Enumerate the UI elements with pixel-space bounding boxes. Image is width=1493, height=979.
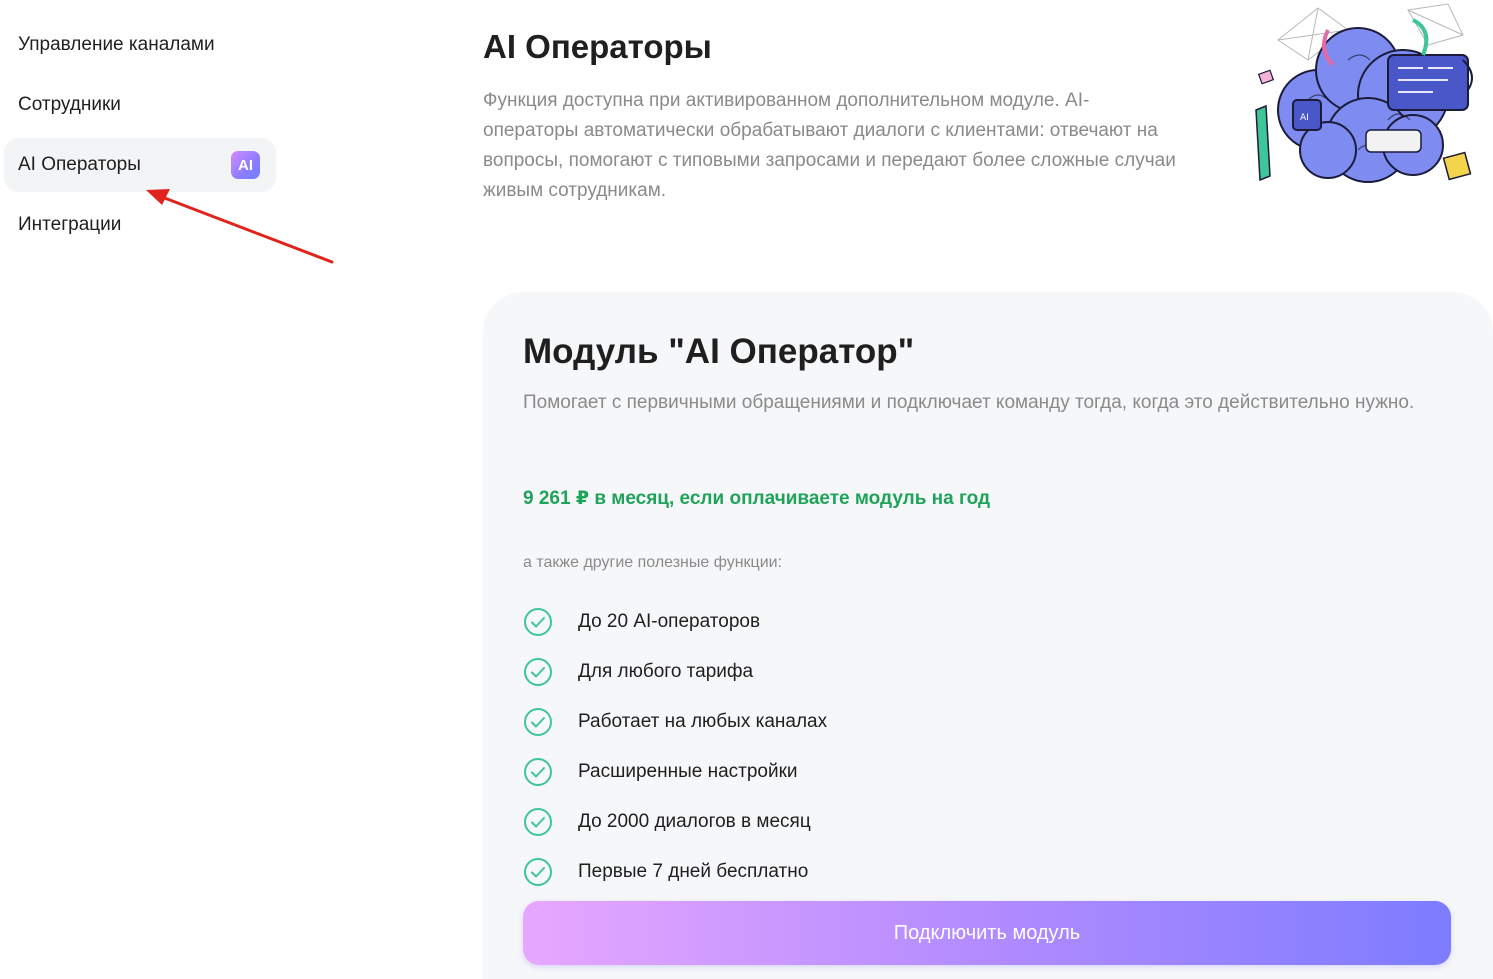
sidebar-item-label: Сотрудники [18, 94, 121, 115]
feature-item: До 2000 диалогов в месяц [523, 797, 827, 847]
annotation-arrow-icon [146, 189, 334, 264]
svg-text:AI: AI [1300, 113, 1309, 123]
sidebar-item-label: Управление каналами [18, 34, 215, 55]
sidebar-item-label: Интеграции [18, 214, 122, 235]
feature-item: Работает на любых каналах [523, 697, 827, 747]
check-circle-icon [524, 608, 552, 636]
sidebar-item-channels[interactable]: Управление каналами [4, 18, 276, 72]
check-circle-icon [524, 708, 552, 736]
page-title: AI Операторы [483, 28, 712, 65]
feature-label: Расширенные настройки [578, 761, 798, 782]
ai-badge-icon: AI [231, 151, 260, 179]
sidebar-item-label: AI Операторы [18, 154, 141, 175]
page-description: Функция доступна при активированном допо… [483, 90, 1176, 201]
feature-item: Для любого тарифа [523, 647, 827, 697]
feature-label: До 20 AI-операторов [578, 611, 761, 632]
features-caption: а также другие полезные функции: [523, 554, 783, 571]
feature-label: Первые 7 дней бесплатно [578, 861, 809, 882]
module-price: 9 261 ₽ в месяц, если оплачиваете модуль… [523, 488, 991, 509]
feature-item: Расширенные настройки [523, 747, 827, 797]
feature-item: Первые 7 дней бесплатно [523, 847, 827, 897]
feature-item: До 20 AI-операторов [523, 597, 827, 647]
module-title: Модуль "AI Оператор" [523, 332, 915, 371]
page: Управление каналами Сотрудники AI Операт… [0, 0, 1493, 979]
sidebar-item-employees[interactable]: Сотрудники [4, 78, 276, 132]
connect-module-button[interactable]: Подключить модуль [523, 901, 1451, 965]
check-circle-icon [524, 658, 552, 686]
ai-brain-illustration-icon: AI [1255, 3, 1473, 183]
module-description: Помогает с первичными обращениями и подк… [523, 392, 1415, 413]
feature-label: Работает на любых каналах [578, 711, 828, 732]
sidebar-item-ai-operators[interactable]: AI Операторы AI [4, 138, 276, 192]
module-card: Модуль "AI Оператор" Помогает с первичны… [483, 292, 1493, 979]
feature-label: Для любого тарифа [578, 661, 754, 682]
check-circle-icon [524, 808, 552, 836]
check-circle-icon [524, 758, 552, 786]
features-list: До 20 AI-операторов Для любого тарифа Ра… [523, 597, 827, 897]
check-circle-icon [524, 858, 552, 886]
feature-label: До 2000 диалогов в месяц [578, 811, 811, 832]
